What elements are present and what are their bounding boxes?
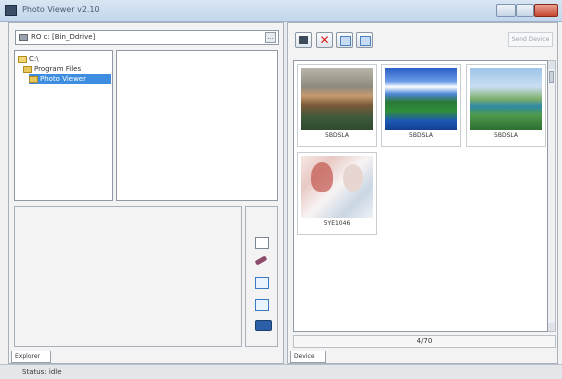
camera-icon[interactable] bbox=[255, 320, 272, 331]
maximize-button[interactable] bbox=[516, 4, 534, 17]
folder-icon bbox=[29, 75, 38, 83]
title-bar: Photo Viewer v2.10 bbox=[0, 0, 562, 22]
minimize-button[interactable] bbox=[496, 4, 516, 17]
scroll-up-arrow-icon[interactable] bbox=[548, 61, 555, 69]
folder-tree[interactable]: C:\ Program Files Photo Viewer bbox=[14, 50, 113, 201]
picture-icon[interactable] bbox=[255, 299, 269, 311]
save-icon[interactable] bbox=[295, 32, 312, 48]
main-area: RO c: [Bin_Ddrive] ... C:\ Program Files… bbox=[8, 22, 558, 364]
tab-explorer[interactable]: Explorer bbox=[11, 351, 51, 363]
scroll-down-arrow-icon[interactable] bbox=[548, 323, 555, 331]
explorer-panel: RO c: [Bin_Ddrive] ... C:\ Program Files… bbox=[8, 22, 284, 364]
send-device-button[interactable]: Send Device bbox=[508, 32, 553, 47]
tab-device[interactable]: Device bbox=[290, 351, 326, 363]
path-bar[interactable]: RO c: [Bin_Ddrive] ... bbox=[15, 30, 279, 45]
close-button[interactable] bbox=[534, 4, 558, 17]
path-text: RO c: [Bin_Ddrive] bbox=[31, 33, 96, 41]
landscape-river-image bbox=[470, 68, 542, 130]
landscape-dusk-image bbox=[301, 68, 373, 130]
image-icon[interactable] bbox=[255, 277, 269, 289]
page-indicator: 4/70 bbox=[293, 335, 556, 348]
tool-column bbox=[245, 206, 278, 347]
delete-icon[interactable]: ✕ bbox=[316, 32, 333, 48]
previous-image-icon[interactable] bbox=[336, 32, 353, 48]
tree-item-label: Photo Viewer bbox=[40, 75, 86, 83]
folder-icon bbox=[23, 65, 32, 73]
thumbnail-label: 5BDSLA bbox=[494, 132, 518, 139]
thumbnail-label: 5BDSLA bbox=[409, 132, 433, 139]
brush-icon[interactable] bbox=[254, 255, 268, 266]
device-panel: ✕ Send Device 5BDSLA 5BDSLA 5BDSLA 5YE10… bbox=[287, 22, 558, 364]
landscape-blue-sky-image bbox=[385, 68, 457, 130]
tree-item-root[interactable]: C:\ bbox=[18, 54, 39, 64]
scroll-thumb[interactable] bbox=[549, 71, 554, 83]
thumbnail-label: 5BDSLA bbox=[325, 132, 349, 139]
thumbnail-label: 5YE1046 bbox=[323, 220, 351, 227]
browse-button[interactable]: ... bbox=[265, 32, 276, 43]
frame-icon[interactable] bbox=[255, 237, 269, 249]
portrait-women-image bbox=[301, 156, 373, 218]
thumbnail[interactable]: 5BDSLA bbox=[381, 64, 461, 147]
status-text: Status: idle bbox=[22, 368, 62, 376]
tree-item-photo-viewer[interactable]: Photo Viewer bbox=[29, 74, 111, 84]
next-image-icon[interactable] bbox=[356, 32, 373, 48]
preview-pane bbox=[14, 206, 242, 347]
thumbnail[interactable]: 5BDSLA bbox=[297, 64, 377, 147]
gallery-scrollbar[interactable] bbox=[548, 60, 556, 332]
tree-item-label: C:\ bbox=[29, 55, 39, 63]
app-icon bbox=[5, 5, 17, 16]
window-title: Photo Viewer v2.10 bbox=[22, 5, 100, 14]
tree-item-program-files[interactable]: Program Files bbox=[23, 64, 81, 74]
file-list[interactable] bbox=[116, 50, 278, 201]
folder-open-icon bbox=[18, 55, 27, 63]
thumbnail[interactable]: 5YE1046 bbox=[297, 152, 377, 235]
drive-icon bbox=[19, 34, 28, 41]
thumbnail[interactable]: 5BDSLA bbox=[466, 64, 546, 147]
tree-item-label: Program Files bbox=[34, 65, 82, 73]
thumbnail-gallery: 5BDSLA 5BDSLA 5BDSLA 5YE1046 bbox=[293, 60, 548, 332]
status-bar: Status: idle bbox=[0, 364, 562, 379]
